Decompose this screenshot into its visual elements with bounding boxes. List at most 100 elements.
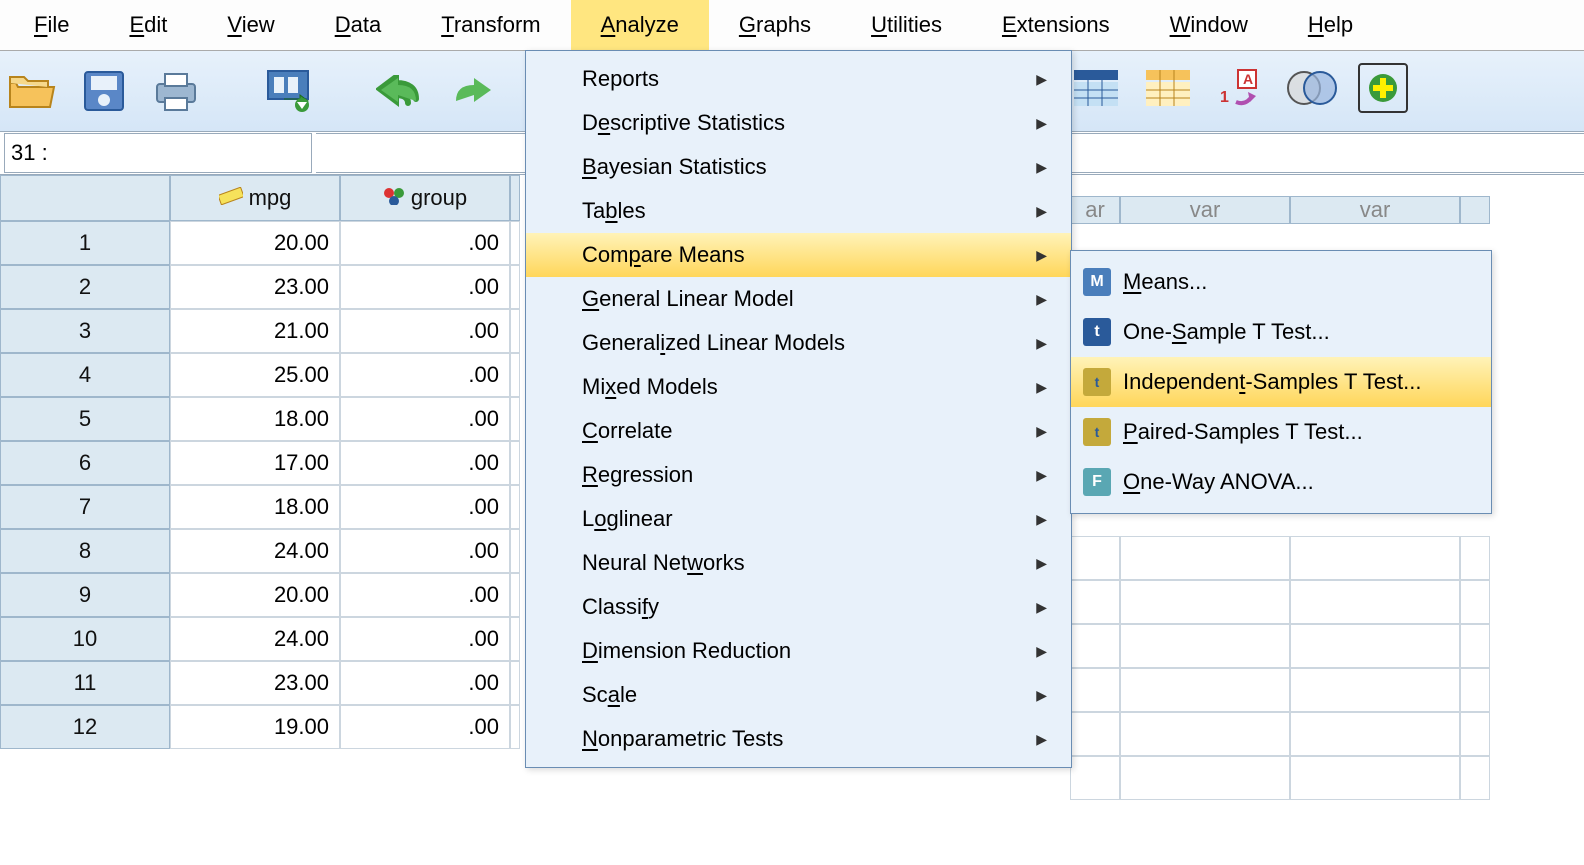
cell[interactable]: 18.00	[170, 397, 340, 441]
cell[interactable]	[510, 441, 520, 485]
grid-icon-1[interactable]	[1070, 62, 1122, 114]
menu-file[interactable]: File	[4, 0, 99, 50]
cell[interactable]	[1460, 624, 1490, 668]
analyze-regression[interactable]: Regression▶	[526, 453, 1071, 497]
cell[interactable]: 20.00	[170, 573, 340, 617]
row-header[interactable]: 12	[0, 705, 170, 749]
cell[interactable]	[1070, 536, 1120, 580]
menu-transform[interactable]: Transform	[411, 0, 570, 50]
analyze-classify[interactable]: Classify▶	[526, 585, 1071, 629]
cell[interactable]: 18.00	[170, 485, 340, 529]
labels-icon[interactable]: A 1	[1214, 62, 1266, 114]
analyze-general-linear-model[interactable]: General Linear Model▶	[526, 277, 1071, 321]
menu-edit[interactable]: Edit	[99, 0, 197, 50]
cell[interactable]	[1460, 668, 1490, 712]
menu-data[interactable]: Data	[305, 0, 411, 50]
cell[interactable]: 23.00	[170, 265, 340, 309]
cell[interactable]	[510, 265, 520, 309]
row-header[interactable]: 4	[0, 353, 170, 397]
cell[interactable]: .00	[340, 617, 510, 661]
menu-view[interactable]: View	[197, 0, 304, 50]
venn-icon[interactable]	[1286, 62, 1338, 114]
save-icon[interactable]	[78, 65, 130, 117]
row-header[interactable]: 11	[0, 661, 170, 705]
cell[interactable]	[510, 309, 520, 353]
cell[interactable]: .00	[340, 529, 510, 573]
cell[interactable]	[1070, 668, 1120, 712]
row-header[interactable]: 2	[0, 265, 170, 309]
recall-dialog-icon[interactable]	[262, 65, 314, 117]
undo-icon[interactable]	[374, 65, 426, 117]
cell[interactable]: .00	[340, 441, 510, 485]
cell[interactable]: .00	[340, 397, 510, 441]
row-header[interactable]: 6	[0, 441, 170, 485]
cell[interactable]	[1460, 712, 1490, 756]
menu-window[interactable]: Window	[1140, 0, 1278, 50]
cell[interactable]	[1290, 536, 1460, 580]
compare-means-one-way-anova-[interactable]: FOne-Way ANOVA...	[1071, 457, 1491, 507]
cell[interactable]: .00	[340, 661, 510, 705]
cell[interactable]	[1290, 580, 1460, 624]
cell[interactable]	[510, 661, 520, 705]
analyze-scale[interactable]: Scale▶	[526, 673, 1071, 717]
cell[interactable]: .00	[340, 485, 510, 529]
cell[interactable]: 23.00	[170, 661, 340, 705]
analyze-dimension-reduction[interactable]: Dimension Reduction▶	[526, 629, 1071, 673]
row-header[interactable]: 10	[0, 617, 170, 661]
analyze-bayesian-statistics[interactable]: Bayesian Statistics▶	[526, 145, 1071, 189]
compare-means-paired-samples-t-test-[interactable]: tPaired-Samples T Test...	[1071, 407, 1491, 457]
print-icon[interactable]	[150, 65, 202, 117]
analyze-nonparametric-tests[interactable]: Nonparametric Tests▶	[526, 717, 1071, 761]
cell[interactable]	[1120, 624, 1290, 668]
column-header-var[interactable]: ar	[1070, 196, 1120, 224]
cell[interactable]	[1120, 580, 1290, 624]
cell[interactable]	[1070, 756, 1120, 800]
row-header[interactable]: 1	[0, 221, 170, 265]
row-header[interactable]: 5	[0, 397, 170, 441]
analyze-reports[interactable]: Reports▶	[526, 57, 1071, 101]
analyze-descriptive-statistics[interactable]: Descriptive Statistics▶	[526, 101, 1071, 145]
cell-reference[interactable]: 31 :	[4, 133, 312, 173]
cell[interactable]	[510, 485, 520, 529]
cell[interactable]	[1460, 580, 1490, 624]
column-header-mpg[interactable]: mpg	[170, 175, 340, 221]
cell[interactable]	[1290, 624, 1460, 668]
cell[interactable]: .00	[340, 573, 510, 617]
cell[interactable]: 24.00	[170, 529, 340, 573]
compare-means-independent-samples-t-test-[interactable]: tIndependent-Samples T Test...	[1071, 357, 1491, 407]
row-header[interactable]: 7	[0, 485, 170, 529]
cell[interactable]	[510, 573, 520, 617]
menu-utilities[interactable]: Utilities	[841, 0, 972, 50]
cell[interactable]	[1070, 580, 1120, 624]
cell[interactable]	[510, 529, 520, 573]
cell[interactable]	[1120, 756, 1290, 800]
add-icon[interactable]	[1358, 63, 1408, 113]
row-header[interactable]: 3	[0, 309, 170, 353]
column-header-var[interactable]	[1460, 196, 1490, 224]
cell[interactable]	[1070, 624, 1120, 668]
column-header-group[interactable]: group	[340, 175, 510, 221]
grid-icon-2[interactable]	[1142, 62, 1194, 114]
analyze-correlate[interactable]: Correlate▶	[526, 409, 1071, 453]
cell[interactable]: 21.00	[170, 309, 340, 353]
cell[interactable]: .00	[340, 353, 510, 397]
cell[interactable]	[510, 397, 520, 441]
menu-help[interactable]: Help	[1278, 0, 1383, 50]
menu-graphs[interactable]: Graphs	[709, 0, 841, 50]
analyze-loglinear[interactable]: Loglinear▶	[526, 497, 1071, 541]
analyze-neural-networks[interactable]: Neural Networks▶	[526, 541, 1071, 585]
cell[interactable]	[1070, 712, 1120, 756]
analyze-tables[interactable]: Tables▶	[526, 189, 1071, 233]
menu-extensions[interactable]: Extensions	[972, 0, 1140, 50]
cell[interactable]	[1120, 712, 1290, 756]
cell[interactable]	[1460, 536, 1490, 580]
cell[interactable]	[1290, 712, 1460, 756]
cell[interactable]	[510, 617, 520, 661]
analyze-mixed-models[interactable]: Mixed Models▶	[526, 365, 1071, 409]
cell[interactable]: .00	[340, 705, 510, 749]
open-file-icon[interactable]	[6, 65, 58, 117]
analyze-compare-means[interactable]: Compare Means▶	[526, 233, 1071, 277]
cell[interactable]: .00	[340, 221, 510, 265]
cell[interactable]: 25.00	[170, 353, 340, 397]
cell[interactable]: .00	[340, 265, 510, 309]
